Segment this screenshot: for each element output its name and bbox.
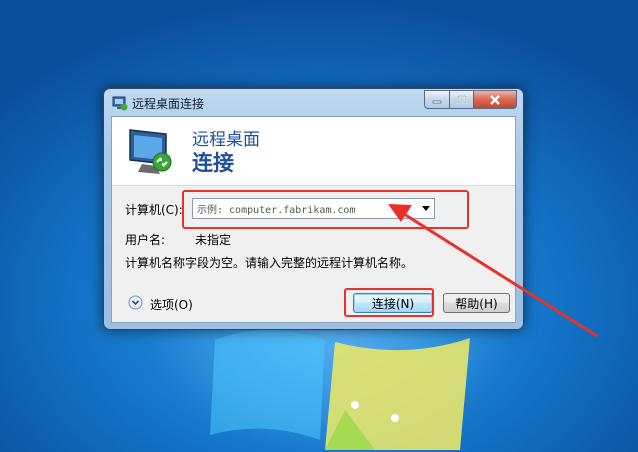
annotation-layer xyxy=(388,204,598,338)
annotation-arrow xyxy=(403,212,598,338)
annotation-arrowhead xyxy=(388,204,412,222)
